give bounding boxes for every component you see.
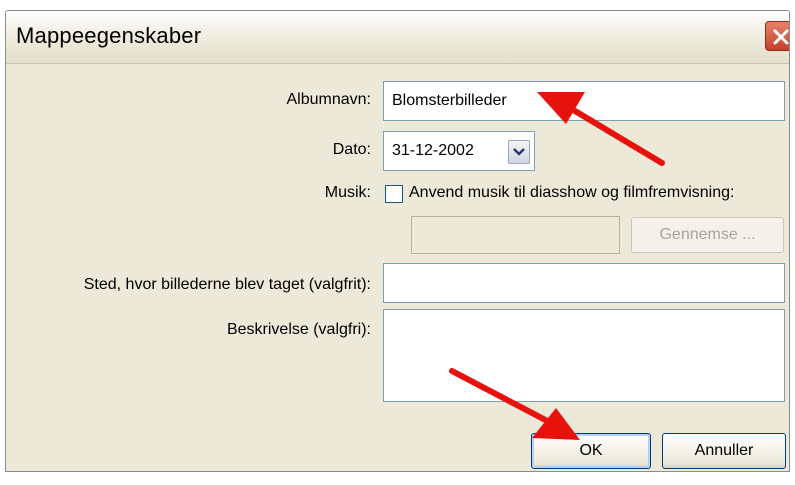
dialog-title: Mappeegenskaber	[16, 23, 202, 48]
location-label: Sted, hvor billederne blev taget (valgfr…	[83, 276, 371, 293]
description-label: Beskrivelse (valgfri):	[226, 321, 371, 338]
close-button[interactable]	[765, 21, 789, 51]
music-label: Musik:	[324, 184, 371, 201]
browse-button: Gennemse ...	[631, 217, 784, 253]
music-path-input	[411, 216, 620, 254]
date-label: Dato:	[332, 141, 371, 158]
album-name-input[interactable]: Blomsterbilleder	[383, 81, 785, 121]
date-value: 31-12-2002	[392, 142, 474, 159]
location-input[interactable]	[383, 263, 785, 303]
close-icon	[773, 29, 789, 45]
date-dropdown-button[interactable]	[508, 140, 530, 164]
folder-properties-dialog: Mappeegenskaber Albumnavn: Blomsterbille…	[5, 10, 790, 472]
music-checkbox-label[interactable]: Anvend musik til diasshow og filmfremvis…	[409, 184, 734, 202]
description-textarea[interactable]	[383, 309, 785, 402]
album-name-label: Albumnavn:	[286, 91, 372, 108]
music-checkbox[interactable]	[385, 185, 403, 203]
ok-button[interactable]: OK	[531, 433, 651, 469]
date-dropdown[interactable]: 31-12-2002	[383, 131, 535, 171]
title-bar[interactable]: Mappeegenskaber	[6, 11, 789, 64]
chevron-down-icon	[513, 148, 525, 156]
cancel-button[interactable]: Annuller	[662, 433, 786, 469]
